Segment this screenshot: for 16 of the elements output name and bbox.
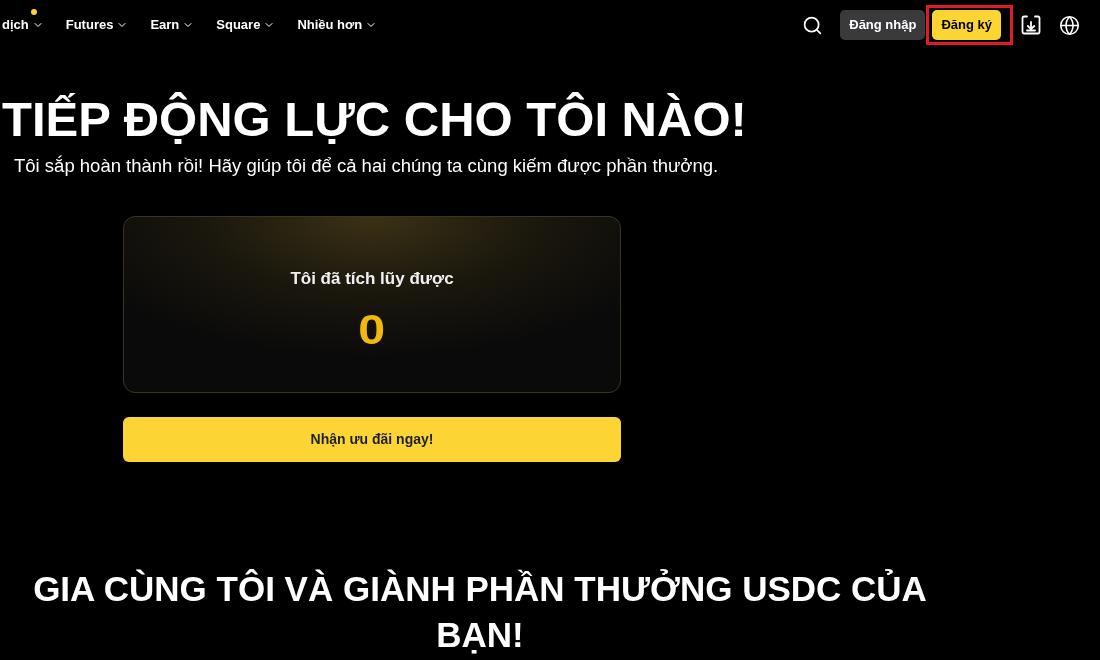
hero-subtitle: Tôi sắp hoàn thành rồi! Hãy giúp tôi để cả hai chúng ta cùng kiếm được phần thưởng.	[13, 154, 720, 178]
hero-title: TIẾP ĐỘNG LỰC CHO TÔI NÀO!	[1, 91, 748, 148]
nav-link[interactable]: dịch	[2, 15, 29, 35]
nav-link[interactable]: Square	[216, 15, 261, 35]
login-button[interactable]: Đăng nhập	[840, 10, 926, 40]
download-icon[interactable]	[1021, 15, 1041, 35]
section-title: GIA CÙNG TÔI VÀ GIÀNH PHẦN THƯỞNG USDC CỦA BẠN!	[32, 568, 928, 656]
nav-link[interactable]: Earn	[150, 15, 180, 35]
reward-amount: 0	[358, 308, 386, 352]
search-icon[interactable]	[802, 14, 824, 36]
nav-link[interactable]: Futures	[65, 15, 114, 35]
reward-label: Tôi đã tích lũy được	[290, 268, 454, 290]
claim-offer-button[interactable]: Nhận ưu đãi ngay!	[123, 417, 621, 462]
register-button[interactable]: Đăng ký	[932, 10, 1001, 40]
nav-link[interactable]: Nhiều hơn	[297, 15, 363, 35]
globe-icon[interactable]	[1059, 14, 1080, 36]
